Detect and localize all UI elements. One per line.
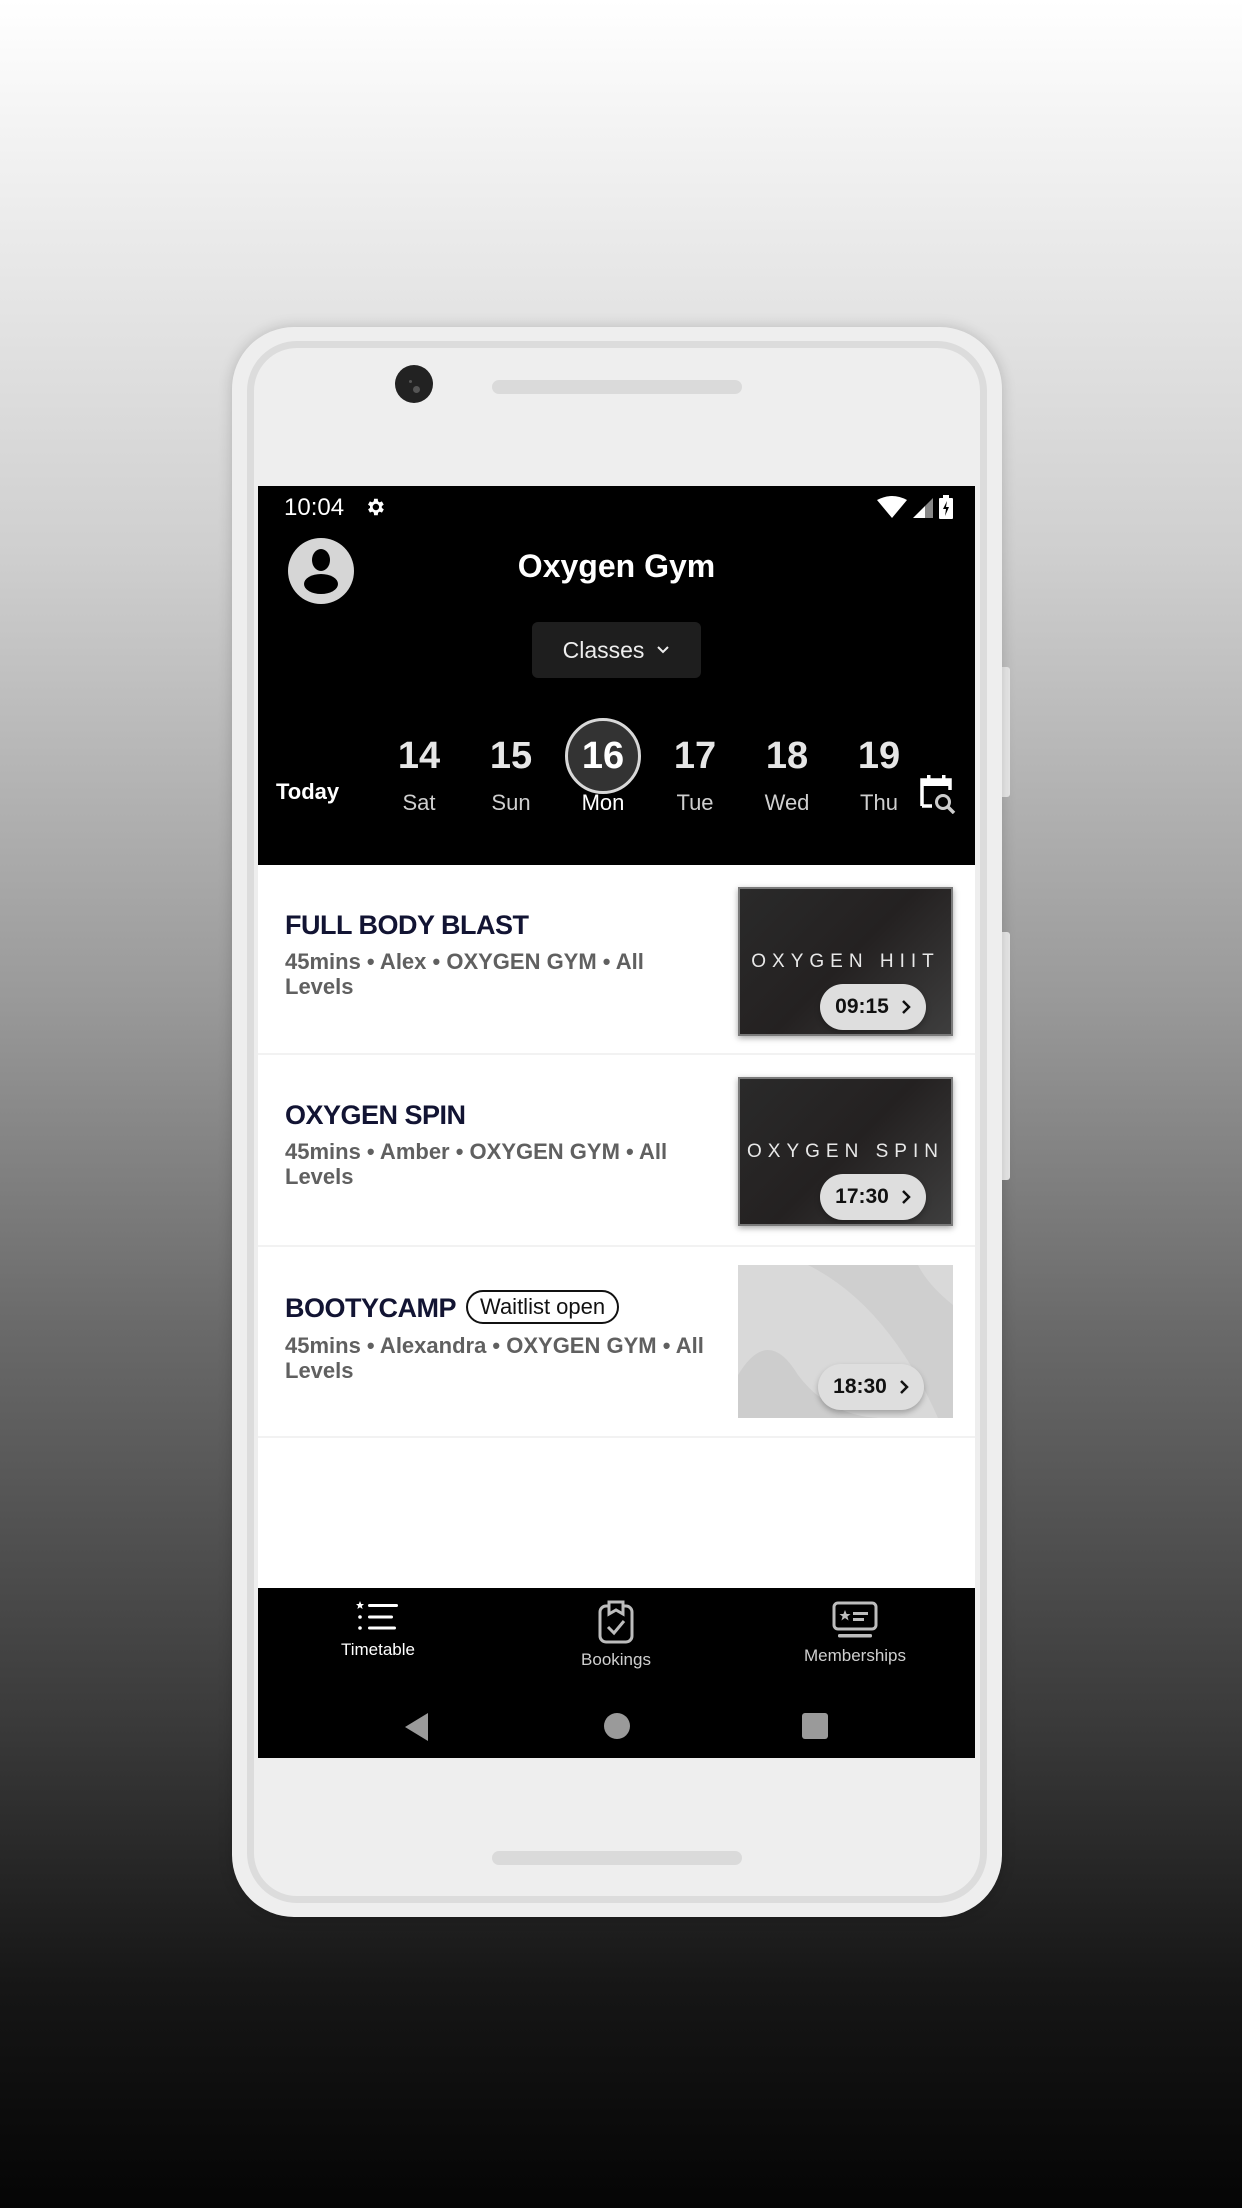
nav-tab-memberships[interactable]: Memberships	[755, 1600, 955, 1666]
battery-charging-icon	[939, 495, 953, 519]
class-name: FULL BODY BLAST	[285, 910, 529, 940]
date-item[interactable]: 18 Wed	[747, 730, 827, 816]
date-item[interactable]: 15 Sun	[471, 730, 551, 816]
class-time: 09:15	[835, 995, 889, 1018]
signal-icon	[913, 498, 933, 518]
class-name: BOOTYCAMP Waitlist open	[285, 1290, 620, 1324]
recents-icon[interactable]	[801, 1712, 829, 1740]
class-name-text: BOOTYCAMP	[285, 1293, 457, 1323]
date-item[interactable]: 14 Sat	[379, 730, 459, 816]
home-icon[interactable]	[603, 1712, 631, 1740]
date-weekday: Sun	[491, 790, 531, 815]
nav-label: Memberships	[803, 1646, 907, 1665]
bottom-navigation: Timetable Bookings Memberships	[258, 1588, 975, 1758]
top-speaker	[492, 380, 742, 394]
calendar-search-icon[interactable]	[918, 772, 958, 814]
date-item-selected[interactable]: 16 Mon	[563, 718, 643, 816]
date-weekday: Sat	[402, 790, 436, 815]
today-button[interactable]: Today	[276, 779, 339, 805]
chevron-down-icon	[657, 646, 670, 654]
date-weekday: Thu	[860, 790, 898, 815]
power-button	[1001, 667, 1010, 797]
chevron-right-icon	[899, 1380, 909, 1394]
date-number: 17	[673, 735, 717, 777]
class-time-button[interactable]: 17:30	[820, 1174, 926, 1220]
volume-button	[1001, 932, 1010, 1180]
class-image: OXYGEN SPIN 17:30	[738, 1077, 953, 1226]
clipboard-check-icon	[598, 1600, 634, 1644]
front-camera	[395, 365, 433, 403]
date-item[interactable]: 19 Thu	[839, 730, 919, 816]
chevron-right-icon	[901, 1000, 911, 1014]
waitlist-badge: Waitlist open	[466, 1290, 620, 1324]
class-image-label: OXYGEN HIIT	[751, 951, 940, 972]
nav-tab-timetable[interactable]: Timetable	[278, 1600, 478, 1660]
date-number: 18	[765, 735, 809, 777]
system-icons	[877, 495, 953, 519]
class-time: 17:30	[835, 1185, 889, 1208]
date-number: 19	[857, 735, 901, 777]
class-name: OXYGEN SPIN	[285, 1100, 466, 1130]
bottom-speaker	[492, 1851, 742, 1865]
status-time: 10:04	[284, 494, 345, 521]
class-image: OXYGEN HIIT 09:15	[738, 887, 953, 1036]
class-image: 18:30	[738, 1265, 953, 1418]
class-time-button[interactable]: 18:30	[818, 1364, 924, 1410]
timetable-list-icon	[356, 1601, 398, 1630]
nav-label: Bookings	[581, 1650, 651, 1669]
class-meta: 45mins • Alexandra • OXYGEN GYM • All Le…	[285, 1333, 704, 1383]
date-item[interactable]: 17 Tue	[655, 730, 735, 816]
app-header: 10:04 Oxygen Gym Classes Today 14 Sat 15…	[258, 486, 975, 865]
class-image-label: OXYGEN SPIN	[747, 1141, 944, 1162]
date-number: 14	[397, 735, 441, 777]
app-screen: 10:04 Oxygen Gym Classes Today 14 Sat 15…	[258, 486, 975, 1758]
class-card[interactable]: BOOTYCAMP Waitlist open 45mins • Alexandr…	[258, 1247, 975, 1438]
back-icon[interactable]	[404, 1712, 430, 1742]
gear-icon	[368, 498, 384, 516]
nav-label: Timetable	[340, 1640, 415, 1659]
date-number: 15	[489, 735, 533, 777]
classes-dropdown[interactable]: Classes	[532, 622, 701, 678]
membership-card-icon	[832, 1601, 878, 1638]
page-title: Oxygen Gym	[517, 548, 716, 584]
class-time-button[interactable]: 09:15	[820, 984, 926, 1030]
date-weekday: Wed	[764, 790, 810, 815]
class-card[interactable]: FULL BODY BLAST 45mins • Alex • OXYGEN G…	[258, 865, 975, 1055]
class-meta: 45mins • Amber • OXYGEN GYM • All Levels	[285, 1139, 668, 1189]
chevron-right-icon	[901, 1190, 911, 1204]
class-meta: 45mins • Alex • OXYGEN GYM • All Levels	[285, 949, 644, 999]
date-weekday: Tue	[676, 790, 714, 815]
class-time: 18:30	[833, 1375, 887, 1398]
date-number: 16	[581, 735, 625, 777]
classes-dropdown-label: Classes	[562, 636, 645, 663]
class-card[interactable]: OXYGEN SPIN 45mins • Amber • OXYGEN GYM …	[258, 1055, 975, 1247]
status-bar: 10:04	[258, 486, 975, 528]
wifi-icon	[877, 496, 907, 518]
nav-tab-bookings[interactable]: Bookings	[516, 1600, 716, 1670]
